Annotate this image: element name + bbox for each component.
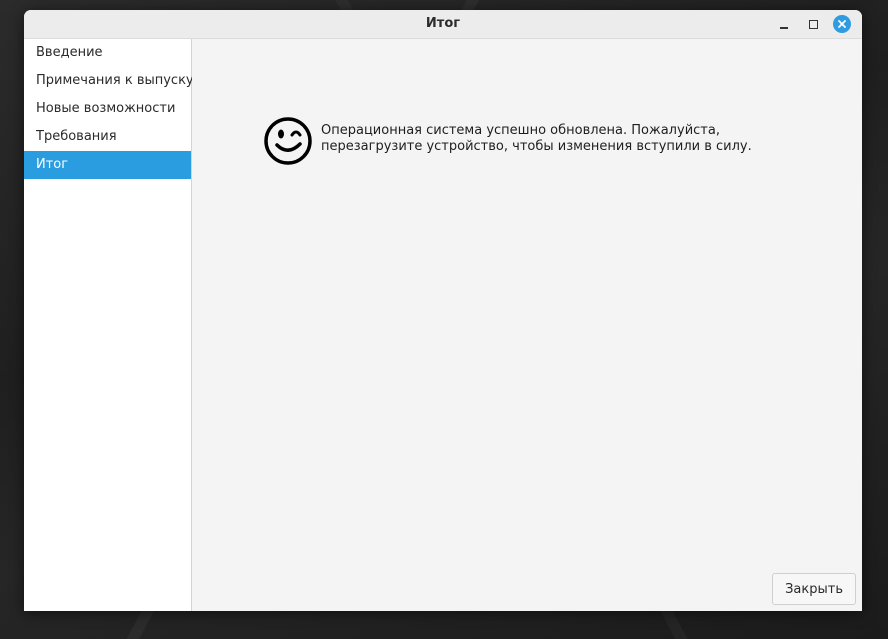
sidebar-item-new-features[interactable]: Новые возможности xyxy=(24,95,191,123)
window-title: Итог xyxy=(425,16,461,31)
close-window-button[interactable] xyxy=(832,14,852,34)
update-success-message: Операционная система успешно обновлена. … xyxy=(321,123,752,154)
result-message-row: Операционная система успешно обновлена. … xyxy=(263,116,791,166)
minimize-button[interactable] xyxy=(774,14,794,34)
sidebar-item-summary[interactable]: Итог xyxy=(24,151,191,179)
main-content: Операционная система успешно обновлена. … xyxy=(192,39,862,611)
close-button[interactable]: Закрыть xyxy=(772,573,856,605)
wink-smiley-icon xyxy=(264,117,312,165)
minimize-icon xyxy=(780,27,788,29)
maximize-icon xyxy=(808,19,818,29)
maximize-button[interactable] xyxy=(803,14,823,34)
sidebar-item-release-notes[interactable]: Примечания к выпуску xyxy=(24,67,194,95)
app-window: Итог Введение Примечания к выпуску Новые… xyxy=(24,10,862,611)
close-icon xyxy=(833,15,851,33)
sidebar: Введение Примечания к выпуску Новые возм… xyxy=(24,39,194,611)
sidebar-item-introduction[interactable]: Введение xyxy=(24,39,191,67)
title-bar[interactable]: Итог xyxy=(24,10,862,39)
sidebar-item-requirements[interactable]: Требования xyxy=(24,123,191,151)
